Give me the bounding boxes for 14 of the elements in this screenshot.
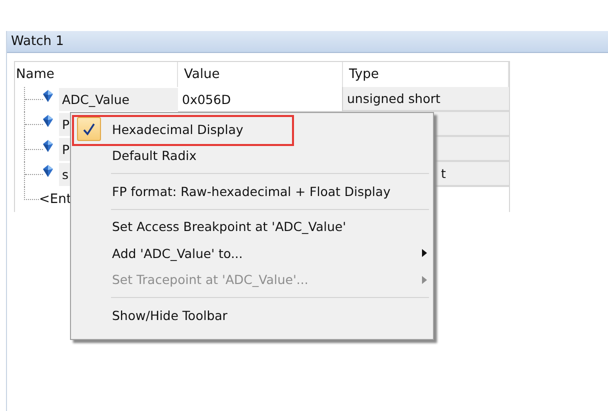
- menu-item[interactable]: Set Access Breakpoint at 'ADC_Value': [71, 214, 433, 240]
- column-header[interactable]: Value: [178, 62, 343, 87]
- menu-item[interactable]: Add 'ADC_Value' to...: [71, 240, 433, 266]
- variable-icon: [43, 164, 53, 176]
- variable-icon: [43, 114, 53, 126]
- type-cell: unsigned short: [343, 87, 509, 112]
- column-header[interactable]: Name: [15, 62, 178, 87]
- expression-entry[interactable]: <Ent: [39, 192, 72, 207]
- variable-name[interactable]: ADC_Value: [59, 88, 178, 111]
- panel-title: Watch 1: [11, 34, 64, 49]
- variable-icon: [43, 90, 53, 102]
- menu-item[interactable]: Show/Hide Toolbar: [71, 302, 433, 328]
- variable-icon: [43, 140, 53, 152]
- menu-item[interactable]: Hexadecimal Display: [71, 116, 433, 142]
